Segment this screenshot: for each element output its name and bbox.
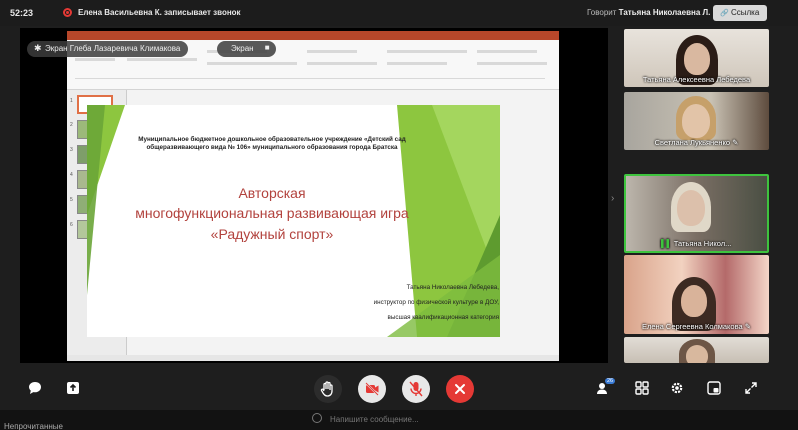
- powerpoint-statusbar: [67, 355, 559, 361]
- unread-label: Непрочитанные: [4, 422, 63, 430]
- call-controls: 26: [0, 366, 798, 410]
- participant-tile[interactable]: Светлана Лукьяненко ✎: [624, 92, 769, 150]
- presentation-slide: Муниципальное бюджетное дошкольное образ…: [87, 105, 500, 337]
- recording-status: Елена Васильевна К. записывает звонок: [78, 8, 241, 17]
- participant-tile[interactable]: Татьяна Алексеевна Лебедева: [624, 29, 769, 87]
- top-bar: 52:23 Елена Васильевна К. записывает зво…: [0, 0, 798, 26]
- participant-name: Светлана Лукьяненко ✎: [654, 138, 739, 147]
- participant-name: Елена Сергеевна Колмакова ✎: [641, 322, 752, 331]
- raise-hand-icon: [320, 381, 333, 397]
- fullscreen-icon[interactable]: [744, 381, 758, 395]
- chevron-right-icon[interactable]: ›: [611, 193, 614, 204]
- speaker-name: Татьяна Николаевна Л.: [618, 8, 711, 17]
- screen-share-area[interactable]: 1 2 3 4 5 6 Муниципальное бюджетное дошк…: [20, 28, 608, 363]
- powerpoint-titlebar: [67, 31, 559, 40]
- camera-icon: ■: [264, 43, 270, 52]
- copy-link-button[interactable]: 🔗 Ссылка: [713, 5, 767, 21]
- participant-name: ▌▌ Татьяна Никол...: [661, 239, 732, 248]
- participant-tile[interactable]: [624, 337, 769, 363]
- microphone-toggle-button[interactable]: [402, 375, 430, 403]
- raise-hand-button[interactable]: [314, 375, 342, 403]
- gear-icon[interactable]: [670, 381, 684, 395]
- slide-title: Авторская многофункциональная развивающа…: [135, 185, 409, 242]
- share-screen-icon[interactable]: [66, 381, 80, 395]
- participant-name: Татьяна Алексеевна Лебедева: [642, 75, 751, 84]
- slide-institution-text: Муниципальное бюджетное дошкольное образ…: [138, 136, 406, 151]
- add-attachment-icon[interactable]: [312, 413, 322, 423]
- audio-level-icon: ▌▌: [661, 239, 672, 248]
- pin-icon: ✱: [34, 43, 42, 53]
- hang-up-icon: [455, 384, 465, 394]
- hang-up-button[interactable]: [446, 375, 474, 403]
- participant-tile-active-speaker[interactable]: ▌▌ Татьяна Никол...: [624, 174, 769, 253]
- mic-off-icon: [409, 381, 423, 397]
- grid-view-icon[interactable]: [635, 381, 649, 395]
- chat-bar: Непрочитанные Напишите сообщение...: [0, 410, 798, 430]
- mic-off-icon: ✎: [732, 138, 739, 147]
- slide-author: Татьяна Николаевна Лебедева, инструктор …: [373, 284, 499, 321]
- call-timer: 52:23: [10, 8, 34, 18]
- chat-icon[interactable]: [28, 381, 42, 395]
- participants-count-badge: 26: [605, 378, 616, 384]
- mic-off-icon: ✎: [744, 322, 752, 331]
- current-speaker: Говорит Татьяна Николаевна Л.: [587, 8, 711, 17]
- camera-off-icon: [365, 382, 379, 396]
- picture-in-picture-icon[interactable]: [707, 381, 721, 395]
- participant-tile[interactable]: Елена Сергеевна Колмакова ✎: [624, 255, 769, 334]
- chat-message-input[interactable]: Напишите сообщение...: [330, 415, 419, 424]
- camera-toggle-button[interactable]: [358, 375, 386, 403]
- screen-pill[interactable]: Экран ■: [217, 41, 276, 57]
- recording-icon: [63, 8, 72, 17]
- link-icon: 🔗: [720, 10, 729, 17]
- screen-owner-label: ✱ Экран Глеба Лазаревича Климакова: [27, 41, 189, 57]
